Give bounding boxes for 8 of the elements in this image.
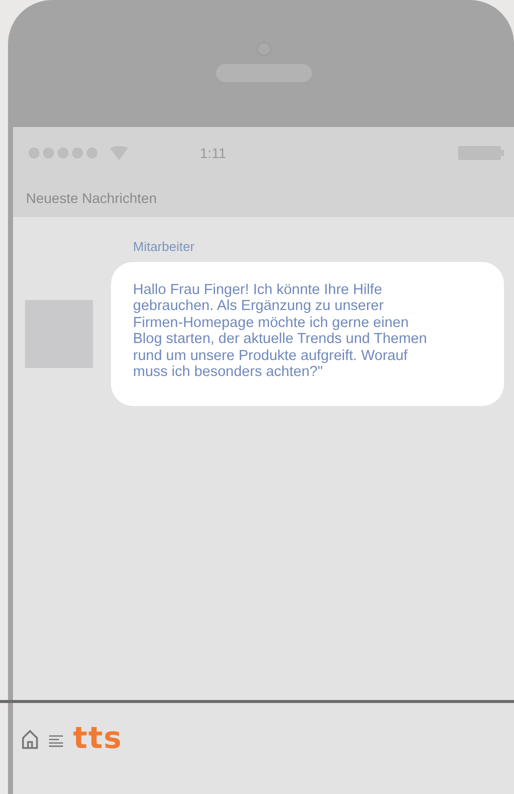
- logo-text: tts: [73, 721, 123, 756]
- sender-name: Mitarbeiter: [133, 239, 196, 254]
- home-icon[interactable]: [21, 728, 39, 748]
- photo-placeholder: [25, 300, 93, 368]
- menu-icon[interactable]: [49, 734, 63, 746]
- header-title: Neueste Nachrichten: [26, 190, 157, 206]
- clock-time: 1:11: [198, 145, 228, 161]
- message-bubble: Hallo Frau Finger! Ich könnte Ihre Hilfe gebrauchen. Als Ergänzung zu unserer Firmen-Homepage möchte ich gerne einen Blog starten, der aktuelle Trends und Themen rund um unsere Produkte aufgreift. Worauf muss ich besonders achten?": [111, 262, 504, 406]
